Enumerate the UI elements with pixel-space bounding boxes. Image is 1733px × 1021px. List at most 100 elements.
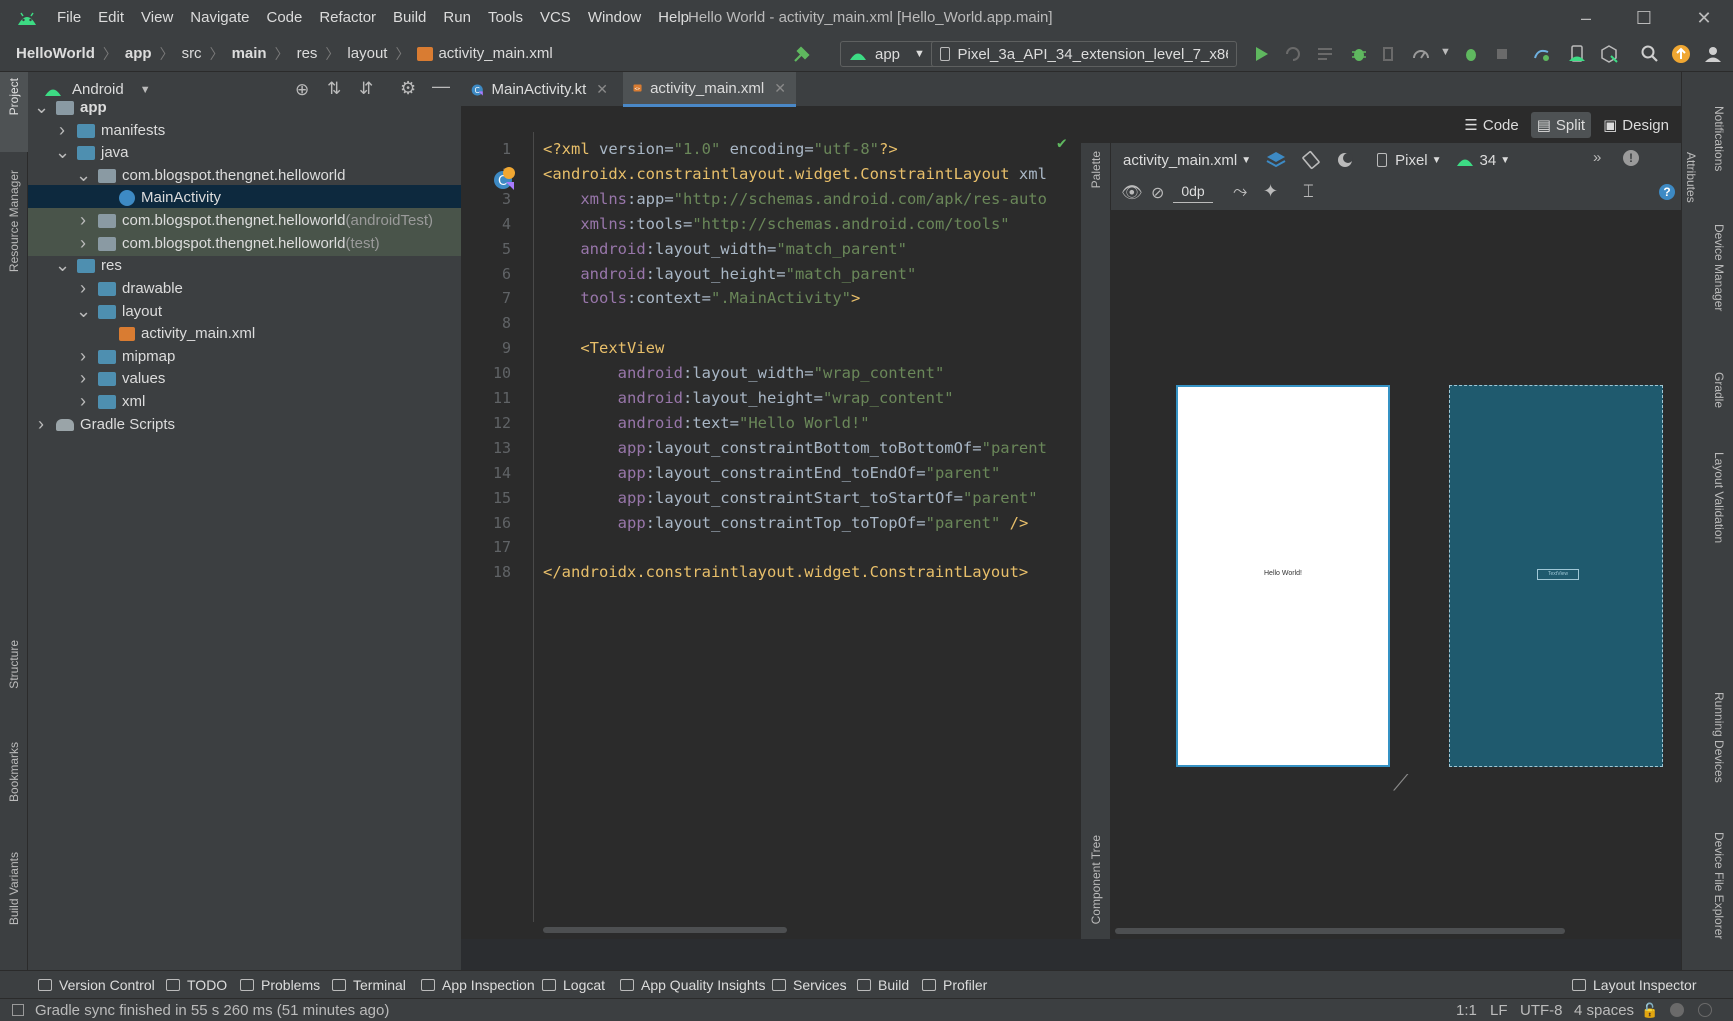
notifications-tool-button[interactable]: Notifications (1712, 106, 1726, 171)
memory-indicator-icon[interactable] (1698, 1003, 1712, 1017)
horizontal-scrollbar[interactable] (543, 927, 787, 933)
more-toolbar-icon[interactable]: » (1593, 149, 1601, 166)
chevron-right-icon[interactable]: › (76, 346, 90, 367)
run-icon[interactable] (1251, 44, 1271, 64)
indent-setting[interactable]: 4 spaces (1574, 1002, 1634, 1019)
maximize-button[interactable]: ☐ (1632, 6, 1656, 30)
menu-vcs[interactable]: VCS (540, 9, 571, 26)
services-tool-button[interactable]: Services (772, 977, 847, 993)
chevron-down-icon[interactable]: ⌄ (76, 165, 91, 186)
apply-code-changes-icon[interactable] (1315, 44, 1335, 64)
textview-blueprint[interactable]: TextView (1537, 569, 1579, 580)
menu-tools[interactable]: Tools (488, 9, 523, 26)
infer-constraints-wand-icon[interactable]: ✦ (1263, 181, 1278, 202)
build-tool-button[interactable]: Build (857, 977, 909, 993)
split-view-button[interactable]: ▤ Split (1530, 112, 1592, 138)
hello-world-textview[interactable]: Hello World! (1178, 570, 1388, 577)
inspection-icon[interactable] (1670, 1003, 1684, 1017)
gradle-tool-button[interactable]: Gradle (1712, 372, 1726, 408)
logcat-tool-button[interactable]: Logcat (542, 977, 605, 993)
chevron-down-icon[interactable]: ⌄ (76, 301, 91, 322)
terminal-tool-button[interactable]: Terminal (332, 977, 406, 993)
tree-item-mainactivity[interactable]: MainActivity (28, 185, 461, 210)
chevron-down-icon[interactable]: ⌄ (55, 142, 70, 163)
chevron-down-icon[interactable]: ▼ (140, 84, 151, 96)
tree-item-java[interactable]: ⌄ java (28, 140, 461, 165)
sdk-manager-icon[interactable] (1599, 44, 1619, 64)
breadcrumb-item[interactable]: src (182, 45, 202, 62)
attach-debugger-icon[interactable] (1380, 44, 1400, 64)
menu-navigate[interactable]: Navigate (190, 9, 249, 26)
problems-tool-button[interactable]: Problems (240, 977, 320, 993)
chevron-right-icon[interactable]: › (34, 414, 48, 435)
menu-edit[interactable]: Edit (98, 9, 124, 26)
update-available-icon[interactable] (1671, 44, 1691, 64)
help-icon[interactable]: ? (1659, 184, 1675, 200)
api-level-select[interactable]: 34 (1480, 152, 1497, 169)
tab-mainactivity-kt[interactable]: C MainActivity.kt ✕ (461, 72, 618, 107)
tree-item-com-blogspot-thengnet-helloworld[interactable]: › com.blogspot.thengnet.helloworld (andro… (28, 208, 461, 233)
orientation-icon[interactable] (1301, 150, 1321, 170)
profile-icon[interactable] (1411, 44, 1431, 64)
autoconnect-magnet-icon[interactable]: ⊘ (1151, 183, 1164, 203)
stop-icon[interactable] (1492, 44, 1512, 64)
canvas-horizontal-scrollbar[interactable] (1115, 928, 1565, 934)
caret-position[interactable]: 1:1 (1456, 1002, 1477, 1019)
theme-icon[interactable] (1335, 150, 1355, 170)
running-devices-tool-button[interactable]: Running Devices (1712, 692, 1726, 783)
menu-help[interactable]: Help (658, 9, 689, 26)
project-tool-button[interactable]: Project (7, 78, 21, 115)
minimize-button[interactable]: – (1574, 6, 1598, 30)
breadcrumb-item[interactable]: app (125, 45, 152, 62)
line-separator[interactable]: LF (1490, 1002, 1508, 1019)
account-icon[interactable] (1703, 44, 1723, 64)
device-preview-select[interactable]: Pixel (1395, 152, 1428, 169)
chevron-down-icon[interactable]: ▼ (1500, 155, 1510, 166)
warnings-icon[interactable]: ! (1623, 150, 1639, 166)
chevron-right-icon[interactable]: › (76, 278, 90, 299)
build-variants-tool-button[interactable]: Build Variants (7, 852, 21, 925)
tree-item-gradle-scripts[interactable]: › Gradle Scripts (28, 412, 461, 437)
breadcrumb-item[interactable]: main (232, 45, 267, 62)
debug-app-icon[interactable] (1461, 44, 1481, 64)
clear-constraints-icon[interactable]: ⤳ (1233, 181, 1247, 202)
chevron-right-icon[interactable]: › (76, 233, 90, 254)
todo-tool-button[interactable]: TODO (166, 977, 227, 993)
lock-icon[interactable]: 🔓 (1641, 1002, 1658, 1019)
menu-run[interactable]: Run (443, 9, 471, 26)
layout-file-select[interactable]: activity_main.xml (1123, 152, 1237, 169)
device-manager-icon[interactable] (1567, 44, 1587, 64)
menu-build[interactable]: Build (393, 9, 426, 26)
chevron-right-icon[interactable]: › (76, 368, 90, 389)
tree-item-activity-main-xml[interactable]: activity_main.xml (28, 321, 461, 346)
tree-item-app[interactable]: ⌄ app (28, 95, 461, 120)
app-inspection-tool-button[interactable]: App Inspection (421, 977, 535, 993)
menu-file[interactable]: File (57, 9, 81, 26)
toggle-tool-windows-icon[interactable] (12, 1004, 24, 1016)
code-view-button[interactable]: ☰ Code (1458, 112, 1524, 138)
profiler-tool-button[interactable]: Profiler (922, 977, 987, 993)
design-preview-screen[interactable]: Hello World! (1176, 385, 1390, 767)
more-run-options-chevron-icon[interactable]: ▼ (1440, 46, 1451, 58)
device-manager-tool-button[interactable]: Device Manager (1712, 224, 1726, 311)
hide-panel-icon[interactable]: — (432, 76, 450, 97)
status-message[interactable]: Gradle sync finished in 55 s 260 ms (51 … (35, 1002, 389, 1019)
structure-tool-button[interactable]: Structure (7, 640, 21, 689)
sync-gradle-icon[interactable] (1532, 44, 1552, 64)
palette-tool-button[interactable]: Palette (1089, 151, 1103, 188)
breadcrumb-item[interactable]: activity_main.xml (438, 45, 552, 62)
tab-activity-main-xml[interactable]: <> activity_main.xml ✕ (623, 72, 796, 107)
device-select[interactable]: Pixel_3a_API_34_extension_level_7_x86... (931, 41, 1237, 67)
breadcrumb-item[interactable]: HelloWorld (16, 45, 95, 62)
make-project-hammer-icon[interactable] (792, 44, 812, 64)
device-file-explorer-tool-button[interactable]: Device File Explorer (1712, 832, 1726, 939)
menu-refactor[interactable]: Refactor (319, 9, 376, 26)
attributes-tool-button[interactable]: Attributes (1684, 152, 1698, 203)
chevron-down-icon[interactable]: ▼ (1241, 155, 1251, 166)
close-tab-icon[interactable]: ✕ (596, 81, 608, 98)
design-view-button[interactable]: ▣ Design (1597, 112, 1675, 138)
app-quality-insights-tool-button[interactable]: App Quality Insights (620, 977, 766, 993)
version-control-tool-button[interactable]: Version Control (38, 977, 155, 993)
menu-view[interactable]: View (141, 9, 173, 26)
chevron-right-icon[interactable]: › (76, 391, 90, 412)
